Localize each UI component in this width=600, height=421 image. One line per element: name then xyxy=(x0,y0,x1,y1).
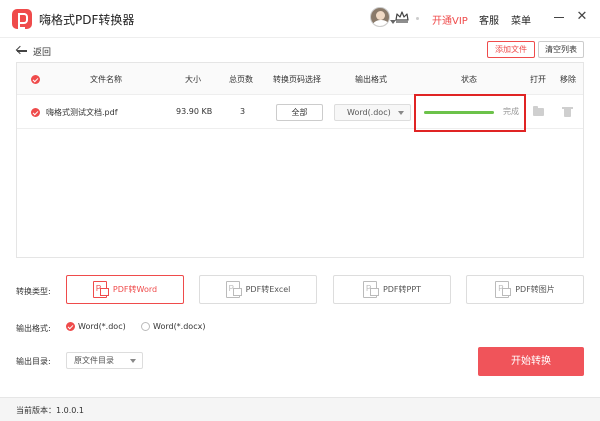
crown-icon[interactable] xyxy=(395,11,409,23)
minimize-button[interactable] xyxy=(551,9,567,25)
status-text: 完成 xyxy=(503,107,519,116)
output-format-label: 输出格式: xyxy=(16,324,51,333)
type-label: PDF转PPT xyxy=(382,285,422,294)
back-button[interactable]: 返回 xyxy=(16,44,51,58)
clear-list-button[interactable]: 清空列表 xyxy=(538,41,584,58)
file-size: 93.90 KB xyxy=(176,107,213,116)
radio-checked-icon[interactable] xyxy=(66,322,75,331)
type-label: PDF转Excel xyxy=(245,285,291,294)
table-header: 文件名称 大小 总页数 转换页码选择 输出格式 状态 打开 移除 xyxy=(17,63,583,95)
app-title: 嗨格式PDF转换器 xyxy=(39,13,135,27)
type-pdf-to-word-button[interactable]: PDF转Word xyxy=(66,275,184,304)
user-avatar[interactable] xyxy=(370,7,390,27)
col-pages: 总页数 xyxy=(229,75,253,84)
version-text: 当前版本：1.0.0.1 xyxy=(16,406,84,415)
trash-icon[interactable] xyxy=(562,107,573,117)
table-row[interactable]: 嗨格式测试文档.pdf 93.90 KB 3 全部 Word(.doc) 完成 xyxy=(17,94,583,132)
row-checkbox[interactable] xyxy=(31,108,40,117)
progress-bar xyxy=(424,111,494,114)
type-label: PDF转Word xyxy=(112,285,158,294)
vip-link[interactable]: 开通VIP xyxy=(416,12,468,27)
radio-word-doc[interactable]: Word(*.doc) xyxy=(66,322,126,331)
start-convert-button[interactable]: 开始转换 xyxy=(478,347,584,376)
pdf-file-icon xyxy=(362,281,379,298)
back-label[interactable]: 返回 xyxy=(33,45,51,58)
select-all-checkbox[interactable] xyxy=(31,75,40,84)
folder-icon[interactable] xyxy=(533,106,544,116)
col-remove: 移除 xyxy=(560,75,576,84)
file-table: 文件名称 大小 总页数 转换页码选择 输出格式 状态 打开 移除 嗨格式测试文档… xyxy=(16,62,584,258)
title-bar: 嗨格式PDF转换器 开通VIP 客服 菜单 ✕ xyxy=(0,0,600,38)
customer-service-link[interactable]: 客服 xyxy=(479,12,499,27)
type-label: PDF转图片 xyxy=(515,285,555,294)
output-dir-label: 输出目录: xyxy=(16,357,51,366)
status-bar: 当前版本：1.0.0.1 xyxy=(0,397,600,421)
type-pdf-to-ppt-button[interactable]: PDF转PPT xyxy=(333,275,451,304)
vip-link-label[interactable]: 开通VIP xyxy=(432,16,468,27)
type-pdf-to-image-button[interactable]: PDF转图片 xyxy=(466,275,584,304)
page-count: 3 xyxy=(240,107,246,116)
col-page-select: 转换页码选择 xyxy=(273,75,321,84)
progress-fill xyxy=(424,111,494,114)
col-size: 大小 xyxy=(185,75,201,84)
output-dir-select[interactable]: 原文件目录 xyxy=(66,352,143,369)
page-select-button[interactable]: 全部 xyxy=(276,104,323,121)
radio-unchecked-icon[interactable] xyxy=(141,322,150,331)
app-logo-icon xyxy=(12,9,32,29)
output-format-select[interactable]: Word(.doc) xyxy=(334,104,411,121)
pdf-file-icon xyxy=(92,281,109,298)
col-output-format: 输出格式 xyxy=(355,75,387,84)
col-status: 状态 xyxy=(461,75,477,84)
col-open: 打开 xyxy=(530,75,546,84)
status-highlight-box: 完成 xyxy=(414,94,526,132)
add-file-button[interactable]: 添加文件 xyxy=(487,41,535,58)
file-name: 嗨格式测试文档.pdf xyxy=(46,108,118,117)
radio-word-docx[interactable]: Word(*.docx) xyxy=(141,322,205,331)
radio-label[interactable]: Word(*.doc) xyxy=(78,322,126,331)
pdf-file-icon xyxy=(225,281,242,298)
convert-type-label: 转换类型: xyxy=(16,287,51,296)
close-button[interactable]: ✕ xyxy=(574,9,590,25)
type-pdf-to-excel-button[interactable]: PDF转Excel xyxy=(199,275,317,304)
col-file-name: 文件名称 xyxy=(90,75,122,84)
menu-link[interactable]: 菜单 xyxy=(511,12,531,27)
back-arrow-icon[interactable] xyxy=(16,46,27,56)
radio-label[interactable]: Word(*.docx) xyxy=(153,322,205,331)
pdf-file-icon xyxy=(495,281,512,298)
